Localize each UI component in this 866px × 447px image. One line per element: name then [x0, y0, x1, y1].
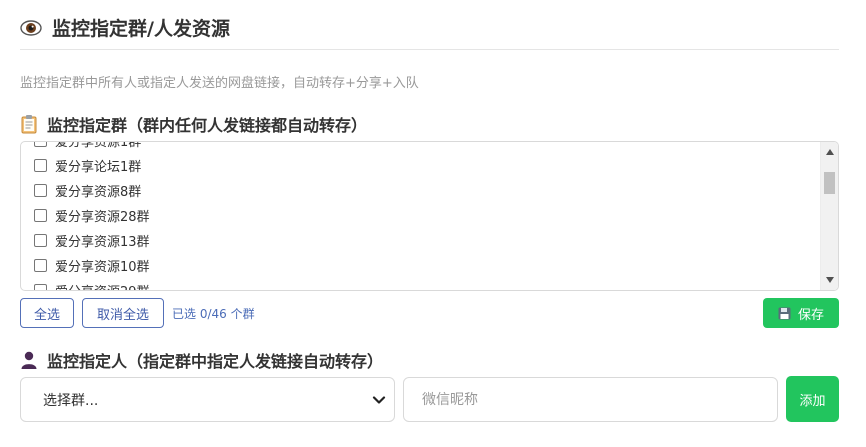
nickname-input[interactable]: [403, 377, 778, 422]
group-list-scrollbar[interactable]: [820, 142, 838, 290]
group-item-label: 爱分享资源10群: [55, 260, 150, 275]
groups-section-heading: 监控指定群（群内任何人发链接都自动转存）: [20, 112, 367, 136]
group-checkbox[interactable]: [34, 259, 47, 272]
group-checkbox[interactable]: [34, 234, 47, 247]
group-select[interactable]: 选择群...: [20, 377, 395, 422]
group-checkbox[interactable]: [34, 209, 47, 222]
group-item-label: 爱分享资源29群: [55, 281, 150, 290]
scroll-down-arrow-icon[interactable]: [821, 272, 838, 288]
group-item-label: 爱分享论坛1群: [55, 160, 142, 175]
group-checkbox[interactable]: [34, 142, 47, 147]
group-item-label: 爱分享资源28群: [55, 210, 150, 225]
group-checkbox[interactable]: [34, 284, 47, 290]
deselect-all-button[interactable]: 取消全选: [82, 298, 164, 328]
group-item-label: 爱分享资源8群: [55, 185, 142, 200]
group-checkbox[interactable]: [34, 159, 47, 172]
group-item[interactable]: 爱分享论坛1群: [21, 153, 818, 178]
eye-icon: [20, 17, 42, 39]
page-description: 监控指定群中所有人或指定人发送的网盘链接，自动转存+分享+入队: [20, 76, 419, 91]
select-all-button[interactable]: 全选: [20, 298, 74, 328]
groups-section-title: 监控指定群（群内任何人发链接都自动转存）: [47, 116, 368, 135]
person-section-title: 监控指定人（指定群中指定人发链接自动转存）: [47, 352, 384, 371]
group-item[interactable]: 爱分享资源28群: [21, 203, 818, 228]
save-button[interactable]: 保存: [763, 298, 839, 328]
scrollbar-thumb[interactable]: [824, 172, 835, 194]
floppy-disk-icon: [778, 307, 791, 320]
chevron-down-icon: [372, 393, 386, 407]
page-header: 监控指定群/人发资源: [20, 14, 230, 41]
person-section-heading: 监控指定人（指定群中指定人发链接自动转存）: [20, 348, 383, 372]
group-item[interactable]: 爱分享资源8群: [21, 178, 818, 203]
group-select-value: 选择群...: [43, 392, 99, 409]
group-item[interactable]: 爱分享资源10群: [21, 253, 818, 278]
group-list-inner: 爱分享资源1群 爱分享论坛1群 爱分享资源8群 爱分享资源28群 爱分享资源13…: [21, 141, 818, 290]
page-title: 监控指定群/人发资源: [52, 18, 230, 40]
user-icon: [20, 350, 38, 370]
add-button[interactable]: 添加: [786, 376, 839, 422]
group-checkbox[interactable]: [34, 184, 47, 197]
header-divider: [20, 49, 839, 50]
group-item-label: 爱分享资源1群: [55, 141, 142, 150]
selected-count: 已选 0/46 个群: [172, 307, 255, 321]
group-checklist[interactable]: 爱分享资源1群 爱分享论坛1群 爱分享资源8群 爱分享资源28群 爱分享资源13…: [20, 141, 839, 291]
group-item[interactable]: 爱分享资源29群: [21, 278, 818, 290]
group-item[interactable]: 爱分享资源13群: [21, 228, 818, 253]
group-item-label: 爱分享资源13群: [55, 235, 150, 250]
save-button-label: 保存: [797, 307, 824, 323]
scroll-up-arrow-icon[interactable]: [821, 144, 838, 160]
group-item[interactable]: 爱分享资源1群: [21, 141, 818, 153]
clipboard-icon: [20, 114, 38, 134]
